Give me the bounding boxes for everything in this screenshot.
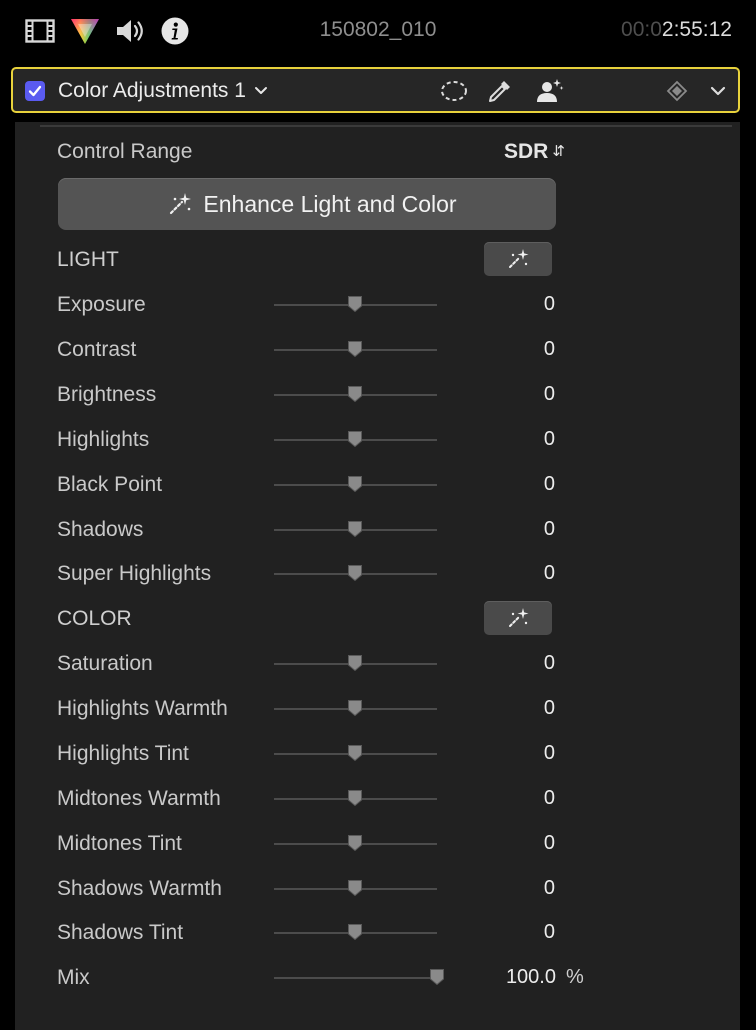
highlights-slider[interactable] <box>274 431 437 448</box>
black-point-label: Black Point <box>57 473 163 496</box>
light-section-title: LIGHT <box>57 248 119 271</box>
black-point-slider[interactable] <box>274 476 437 493</box>
midtones-warmth-value[interactable]: 0 <box>475 787 555 810</box>
midtones-tint-label: Midtones Tint <box>57 832 182 855</box>
control-range-popup[interactable]: SDR ⇵ <box>504 140 565 164</box>
shadows-tint-slider[interactable] <box>274 924 437 941</box>
highlights-tint-slider[interactable] <box>274 745 437 762</box>
timecode: 00:02:55:12 <box>621 18 732 42</box>
checkmark-icon <box>28 85 42 97</box>
person-mask-icon[interactable] <box>535 76 565 106</box>
highlights-label: Highlights <box>57 428 150 451</box>
highlights-warmth-slider[interactable] <box>274 700 437 717</box>
brightness-value[interactable]: 0 <box>475 383 555 406</box>
magic-wand-icon <box>509 608 529 627</box>
mix-slider[interactable] <box>274 969 444 986</box>
shadows-warmth-slider[interactable] <box>274 880 437 897</box>
slider-thumb[interactable] <box>347 430 363 448</box>
contrast-label: Contrast <box>57 338 137 361</box>
updown-chevron-icon: ⇵ <box>552 143 565 160</box>
slider-thumb[interactable] <box>347 879 363 897</box>
mix-label: Mix <box>57 966 90 989</box>
keyframe-icon[interactable] <box>662 76 692 106</box>
clip-name: 150802_010 <box>319 18 437 41</box>
light-auto-enhance-button[interactable] <box>484 242 552 276</box>
saturation-slider[interactable] <box>274 655 437 672</box>
timecode-value: 2:55:12 <box>661 18 732 41</box>
slider-thumb[interactable] <box>347 295 363 313</box>
timecode-leading-zeros: 00:0 <box>621 18 662 41</box>
shadows-slider[interactable] <box>274 521 437 538</box>
midtones-tint-value[interactable]: 0 <box>475 832 555 855</box>
slider-thumb[interactable] <box>347 654 363 672</box>
exposure-label: Exposure <box>57 293 146 316</box>
inspector-toolbar: 150802_010 00:02:55:12 <box>0 0 756 64</box>
audio-speaker-icon[interactable] <box>114 15 146 47</box>
slider-thumb[interactable] <box>347 744 363 762</box>
slider-thumb[interactable] <box>347 475 363 493</box>
highlights-warmth-label: Highlights Warmth <box>57 697 228 720</box>
brightness-slider[interactable] <box>274 386 437 403</box>
shadows-value[interactable]: 0 <box>475 518 555 541</box>
exposure-slider[interactable] <box>274 296 437 313</box>
slider-thumb[interactable] <box>347 520 363 538</box>
slider-thumb[interactable] <box>347 385 363 403</box>
shadows-tint-label: Shadows Tint <box>57 921 184 944</box>
control-range-label: Control Range <box>57 140 193 163</box>
super-highlights-label: Super Highlights <box>57 562 212 585</box>
magic-wand-icon <box>509 249 529 268</box>
midtones-warmth-slider[interactable] <box>274 790 437 807</box>
shadows-warmth-value[interactable]: 0 <box>475 877 555 900</box>
color-wheel-icon[interactable] <box>69 15 101 47</box>
info-icon[interactable] <box>159 15 191 47</box>
shadows-tint-value[interactable]: 0 <box>475 921 555 944</box>
midtones-tint-slider[interactable] <box>274 835 437 852</box>
midtones-warmth-label: Midtones Warmth <box>57 787 221 810</box>
color-auto-enhance-button[interactable] <box>484 601 552 635</box>
eyedropper-icon[interactable] <box>485 76 515 106</box>
magic-wand-icon <box>167 191 193 217</box>
highlights-value[interactable]: 0 <box>475 428 555 451</box>
control-range-value: SDR <box>504 140 549 163</box>
mix-value[interactable]: 100.0 <box>476 966 556 989</box>
slider-thumb[interactable] <box>347 789 363 807</box>
shadows-label: Shadows <box>57 518 144 541</box>
black-point-value[interactable]: 0 <box>475 473 555 496</box>
brightness-label: Brightness <box>57 383 157 406</box>
super-highlights-slider[interactable] <box>274 565 437 582</box>
saturation-value[interactable]: 0 <box>475 652 555 675</box>
shadows-warmth-label: Shadows Warmth <box>57 877 222 900</box>
enhance-button-label: Enhance Light and Color <box>203 190 457 217</box>
slider-thumb[interactable] <box>347 699 363 717</box>
saturation-label: Saturation <box>57 652 153 675</box>
film-strip-icon[interactable] <box>24 15 56 47</box>
effect-enable-checkbox[interactable] <box>25 81 45 101</box>
mix-unit: % <box>566 966 584 988</box>
slider-thumb[interactable] <box>429 968 445 986</box>
contrast-slider[interactable] <box>274 341 437 358</box>
contrast-value[interactable]: 0 <box>475 338 555 361</box>
panel-divider <box>40 125 732 127</box>
super-highlights-value[interactable]: 0 <box>475 562 555 585</box>
color-section-title: COLOR <box>57 607 132 630</box>
highlights-tint-value[interactable]: 0 <box>475 742 555 765</box>
slider-thumb[interactable] <box>347 340 363 358</box>
slider-thumb[interactable] <box>347 564 363 582</box>
highlights-warmth-value[interactable]: 0 <box>475 697 555 720</box>
effect-title: Color Adjustments 1 <box>58 79 246 102</box>
enhance-light-and-color-button[interactable]: Enhance Light and Color <box>58 178 556 230</box>
slider-thumb[interactable] <box>347 834 363 852</box>
effect-header[interactable]: Color Adjustments 1 <box>11 67 740 113</box>
chevron-down-icon <box>254 87 267 95</box>
mask-shape-icon[interactable] <box>439 76 469 106</box>
highlights-tint-label: Highlights Tint <box>57 742 189 765</box>
chevron-down-icon[interactable] <box>703 76 733 106</box>
effect-title-dropdown[interactable]: Color Adjustments 1 <box>58 79 268 103</box>
slider-thumb[interactable] <box>347 923 363 941</box>
exposure-value[interactable]: 0 <box>475 293 555 316</box>
